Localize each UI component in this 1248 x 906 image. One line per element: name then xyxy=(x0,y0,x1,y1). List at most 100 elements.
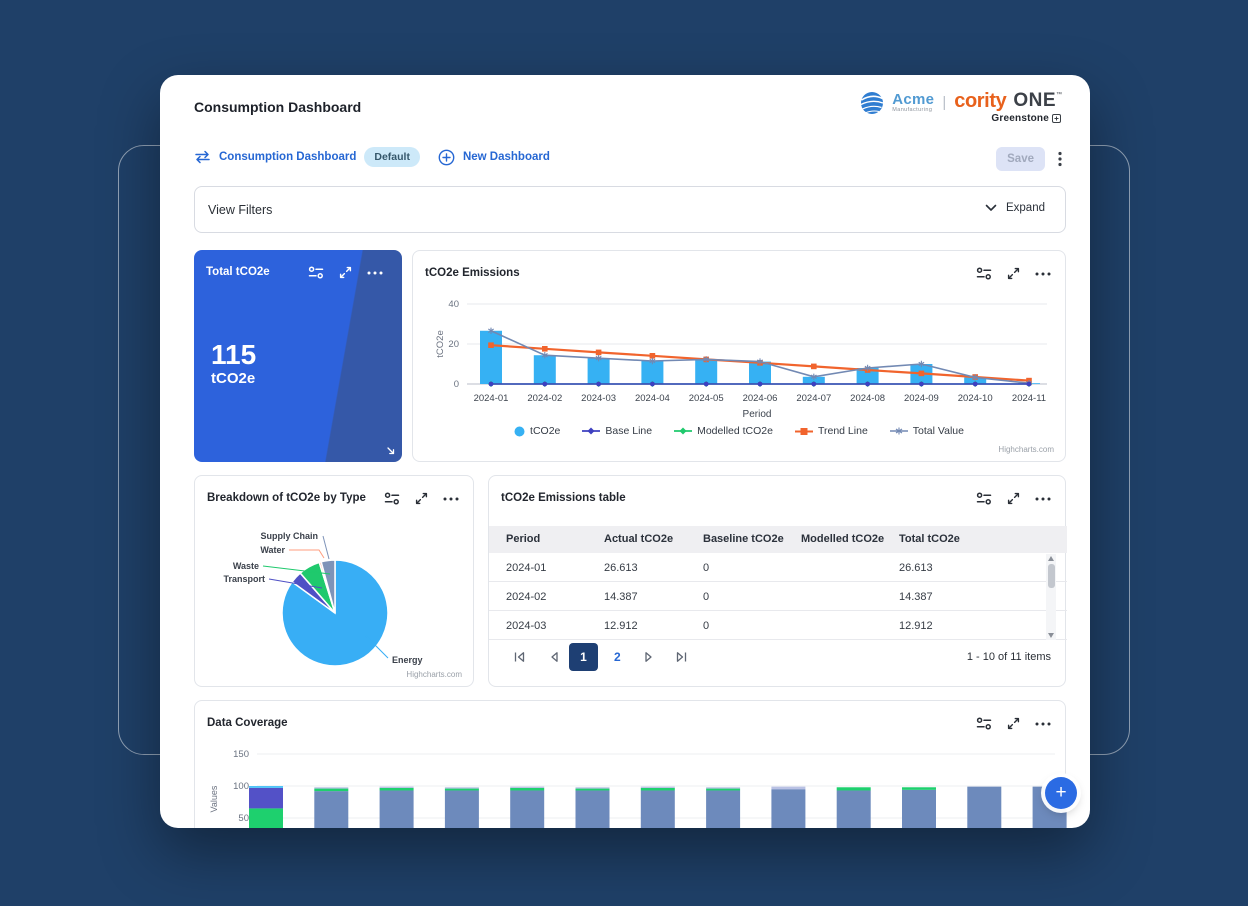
svg-text:Values: Values xyxy=(209,785,219,812)
legend-marker-icon xyxy=(889,426,908,436)
greenstone-logo-text: Greenstone xyxy=(991,113,1049,124)
data-coverage-widget: Data Coverage 150 100 50 Values xyxy=(194,700,1067,828)
table-pagination: 1 2 1 - 10 of 11 items xyxy=(489,642,1065,672)
emissions-chart: 0 20 40 tCO2e 2024-01 2024-02 2024-03 2024-04 20… xyxy=(435,299,1047,420)
svg-text:2024-01: 2024-01 xyxy=(474,393,509,404)
widget-title: tCO2e Emissions table xyxy=(501,492,626,504)
svg-text:2024-06: 2024-06 xyxy=(743,393,778,404)
brand-divider: | xyxy=(942,94,947,111)
table-row: 2024-02 14.387 0 14.387 xyxy=(489,582,1067,611)
add-button[interactable]: + xyxy=(1045,777,1077,809)
view-filters-panel: View Filters Expand xyxy=(194,186,1066,233)
scroll-up-icon[interactable] xyxy=(1048,556,1054,561)
widget-settings-icon[interactable] xyxy=(308,266,324,279)
last-page-icon[interactable] xyxy=(675,651,688,663)
breakdown-pie-widget: Breakdown of tCO2e by Type Energy Transpo… xyxy=(194,475,474,687)
table-header: Period Actual tCO2e Baseline tCO2e Model… xyxy=(489,526,1067,553)
legend-marker-icon xyxy=(674,426,693,436)
svg-text:tCO2e: tCO2e xyxy=(435,330,446,357)
trademark: ™ xyxy=(1056,92,1062,98)
legend-item[interactable]: Trend Line xyxy=(794,425,868,437)
legend-item[interactable]: Total Value xyxy=(889,425,964,437)
col-modelled: Modelled tCO2e xyxy=(801,533,885,545)
one-logo-text: ONE xyxy=(1013,90,1056,111)
switch-dashboard-icon[interactable] xyxy=(194,150,211,164)
svg-text:2024-08: 2024-08 xyxy=(850,393,885,404)
screen: Consumption Dashboard Acme Manufacturing… xyxy=(0,0,1248,906)
page-title: Consumption Dashboard xyxy=(194,99,362,115)
svg-text:2024-05: 2024-05 xyxy=(689,393,724,404)
new-dashboard-icon[interactable] xyxy=(438,149,455,166)
widget-actions xyxy=(976,492,1051,505)
widget-more-icon[interactable] xyxy=(1035,497,1051,501)
widget-title: Total tCO2e xyxy=(206,266,270,278)
acme-brand-name: Acme xyxy=(892,91,935,108)
scroll-down-icon[interactable] xyxy=(1048,633,1054,638)
default-badge: Default xyxy=(364,147,420,167)
svg-text:20: 20 xyxy=(448,339,459,350)
view-filters-label: View Filters xyxy=(208,203,273,217)
svg-text:Transport: Transport xyxy=(223,574,265,584)
kebab-menu-icon[interactable] xyxy=(1058,151,1062,167)
widget-expand-icon[interactable] xyxy=(339,266,352,279)
page-1-button[interactable]: 1 xyxy=(569,643,598,671)
svg-text:Energy: Energy xyxy=(392,655,423,665)
svg-text:2024-10: 2024-10 xyxy=(958,393,993,404)
resize-handle-icon[interactable] xyxy=(386,446,396,456)
svg-text:2024-02: 2024-02 xyxy=(527,393,562,404)
legend-item[interactable]: tCO2e xyxy=(514,425,560,437)
greenstone-icon xyxy=(1052,114,1061,123)
legend-marker-icon xyxy=(582,426,601,436)
next-page-icon[interactable] xyxy=(644,651,654,663)
widget-settings-icon[interactable] xyxy=(976,492,992,505)
scroll-thumb[interactable] xyxy=(1047,564,1055,588)
table-scrollbar[interactable] xyxy=(1046,554,1056,640)
prev-page-icon[interactable] xyxy=(549,651,559,663)
cority-logo-text: cority xyxy=(954,90,1007,112)
brand-area: Acme Manufacturing | cority ONE ™ Greens… xyxy=(859,88,1062,128)
svg-text:Supply Chain: Supply Chain xyxy=(260,531,318,541)
svg-text:0: 0 xyxy=(454,379,459,390)
dashboard-toolbar: Consumption Dashboard Default New Dashbo… xyxy=(194,147,1062,175)
chart-legend: tCO2e Base Line Modelled tCO2e Trend Line To… xyxy=(413,425,1065,437)
svg-text:2024-07: 2024-07 xyxy=(796,393,831,404)
table-row: 2024-01 26.613 0 26.613 xyxy=(489,553,1067,582)
col-actual: Actual tCO2e xyxy=(604,533,674,545)
highcharts-credit: Highcharts.com xyxy=(998,445,1054,454)
legend-item[interactable]: Base Line xyxy=(582,425,652,437)
svg-text:2024-09: 2024-09 xyxy=(904,393,939,404)
total-number: 115 xyxy=(211,339,257,370)
widget-actions xyxy=(308,266,383,279)
svg-text:100: 100 xyxy=(233,781,249,792)
legend-marker-icon xyxy=(794,427,813,436)
svg-text:150: 150 xyxy=(233,749,249,760)
total-value: 115 tCO2e xyxy=(211,339,257,388)
current-dashboard-link[interactable]: Consumption Dashboard xyxy=(219,151,356,163)
widget-more-icon[interactable] xyxy=(367,271,383,275)
widget-expand-icon[interactable] xyxy=(1007,492,1020,505)
svg-text:Period: Period xyxy=(743,409,772,420)
page-2-button[interactable]: 2 xyxy=(614,650,621,664)
col-baseline: Baseline tCO2e xyxy=(703,533,784,545)
pagination-info: 1 - 10 of 11 items xyxy=(966,651,1051,663)
expand-filters-button[interactable]: Expand xyxy=(985,202,1045,214)
col-period: Period xyxy=(506,533,541,545)
svg-text:2024-04: 2024-04 xyxy=(635,393,670,404)
legend-item[interactable]: Modelled tCO2e xyxy=(674,425,773,437)
data-coverage-chart: 150 100 50 Values xyxy=(209,749,1067,828)
first-page-icon[interactable] xyxy=(513,651,526,663)
dashboard-window: Consumption Dashboard Acme Manufacturing… xyxy=(160,75,1090,828)
table-row: 2024-03 12.912 0 12.912 xyxy=(489,611,1067,640)
new-dashboard-link[interactable]: New Dashboard xyxy=(463,151,550,163)
legend-marker-icon xyxy=(514,426,525,437)
highcharts-credit: Highcharts.com xyxy=(406,670,462,679)
svg-text:50: 50 xyxy=(238,813,249,824)
svg-text:Waste: Waste xyxy=(233,561,259,571)
breakdown-pie-chart: Energy Transport WasteWater Supply Chain xyxy=(223,531,423,667)
emissions-table-widget: tCO2e Emissions table Period Actual tCO2… xyxy=(488,475,1067,687)
save-button[interactable]: Save xyxy=(996,147,1045,171)
svg-text:Water: Water xyxy=(260,545,285,555)
total-unit: tCO2e xyxy=(211,370,256,387)
col-total: Total tCO2e xyxy=(899,533,960,545)
acme-logo-icon xyxy=(859,90,885,116)
